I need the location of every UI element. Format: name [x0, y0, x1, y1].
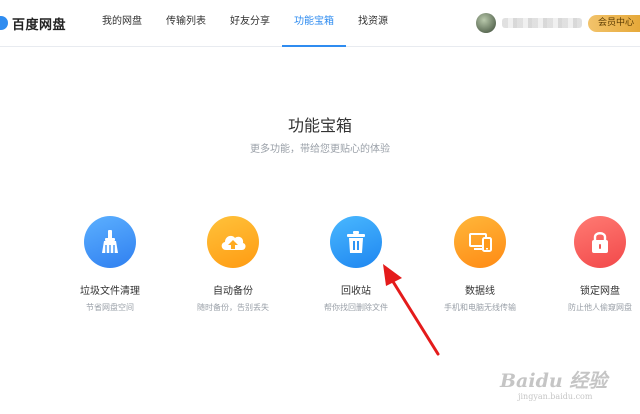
trash-icon [330, 216, 382, 268]
logo-icon [0, 16, 8, 30]
page-subtitle: 更多功能，带给您更贴心的体验 [250, 144, 390, 155]
page-title: 功能宝箱 [287, 116, 352, 135]
tool-name: 回收站 [341, 286, 371, 297]
tool-description: 防止他人偷窥网盘 [568, 303, 632, 312]
nav-friend-share[interactable]: 好友分享 [218, 0, 282, 47]
tool-name: 锁定网盘 [580, 286, 620, 297]
nav-transfer-list[interactable]: 传输列表 [154, 0, 218, 47]
baidu-jingyan-watermark: Baidu 经验 jingyan.baidu.com [500, 364, 620, 406]
tool-description: 帮你找回删除文件 [324, 303, 388, 312]
tool-junk-cleanup[interactable]: 垃圾文件清理 节省网盘空间 [50, 216, 170, 313]
tool-name: 自动备份 [213, 286, 253, 297]
lock-icon [574, 216, 626, 268]
watermark-url: jingyan.baidu.com [518, 392, 593, 401]
tool-name: 数据线 [465, 286, 495, 297]
user-area: 会员中心 [475, 11, 640, 35]
devices-icon [454, 216, 506, 268]
tool-lock-netdisk[interactable]: 锁定网盘 防止他人偷窥网盘 [540, 216, 640, 313]
member-center-button[interactable]: 会员中心 [587, 14, 640, 32]
tool-data-cable[interactable]: 数据线 手机和电脑无线传输 [420, 216, 540, 313]
tool-name: 垃圾文件清理 [80, 286, 140, 297]
avatar[interactable] [475, 13, 496, 33]
main-nav: 我的网盘 传输列表 好友分享 功能宝箱 找资源 [90, 0, 400, 47]
cloud-upload-icon [207, 216, 259, 268]
username-blurred[interactable] [501, 18, 582, 28]
annotation-arrow [383, 264, 440, 356]
broom-icon [84, 216, 136, 268]
tool-recycle-bin[interactable]: 回收站 帮你找回删除文件 [296, 216, 416, 313]
watermark-main: Baidu 经验 [500, 370, 608, 392]
logo-text: 百度网盘 [12, 17, 67, 33]
tool-description: 手机和电脑无线传输 [444, 303, 516, 312]
baidu-netdisk-logo[interactable]: 百度网盘 [0, 12, 66, 34]
nav-feature-box[interactable]: 功能宝箱 [282, 0, 346, 47]
tool-description: 随时备份，告别丢失 [197, 303, 269, 312]
nav-my-netdisk[interactable]: 我的网盘 [90, 0, 154, 47]
tool-auto-backup[interactable]: 自动备份 随时备份，告别丢失 [173, 216, 293, 313]
nav-find-resources[interactable]: 找资源 [346, 0, 400, 47]
top-navigation-bar: 百度网盘 我的网盘 传输列表 好友分享 功能宝箱 找资源 会员中心 [0, 0, 640, 47]
tool-description: 节省网盘空间 [86, 303, 134, 312]
